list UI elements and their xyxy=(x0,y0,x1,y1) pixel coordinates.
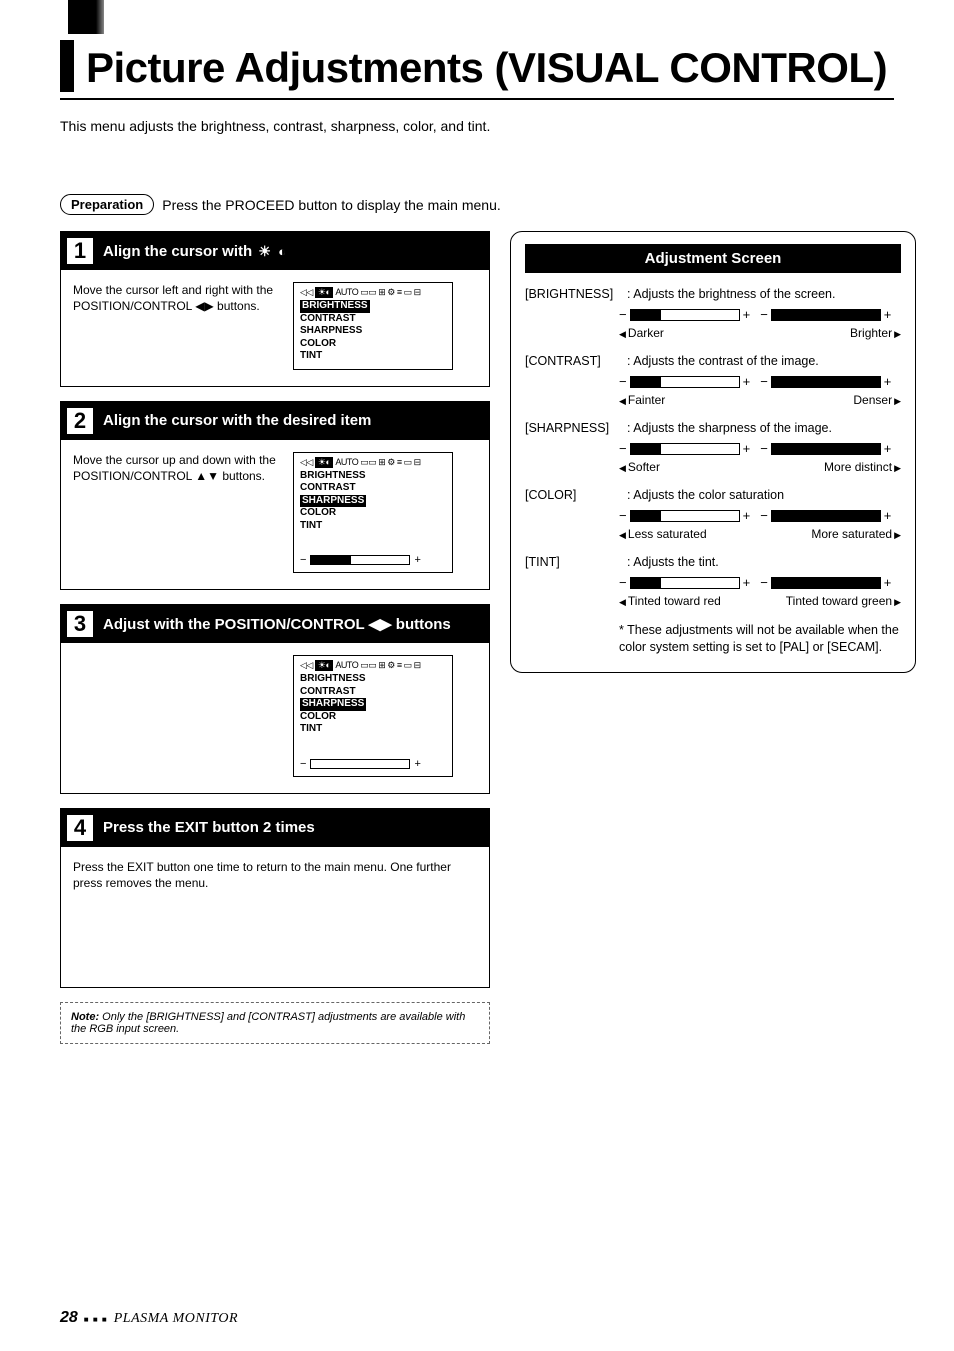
menu-item-tint: TINT xyxy=(300,723,446,736)
step-number: 4 xyxy=(67,815,93,841)
step-3: 3 Adjust with the POSITION/CONTROL ◀▶ bu… xyxy=(60,604,490,794)
adj-color: [COLOR] : Adjusts the color saturation −… xyxy=(525,488,901,541)
menu-item-brightness: BRIGHTNESS xyxy=(300,470,446,483)
step-title: Align the cursor with the desired item xyxy=(103,412,371,429)
step-title: Align the cursor with ☀ ◐ xyxy=(103,243,286,260)
osd-menu: ◁◁☀◐AUTO▭▭⊞⚙≡▭⊟ BRIGHTNESS CONTRAST SHAR… xyxy=(293,655,453,777)
intro-text: This menu adjusts the brightness, contra… xyxy=(60,118,894,134)
footer-divider: ■ ■ ■ xyxy=(84,1315,108,1324)
adjustment-footnote: * These adjustments will not be availabl… xyxy=(619,622,901,656)
menu-item-tint: TINT xyxy=(300,520,446,533)
page-title: Picture Adjustments (VISUAL CONTROL) xyxy=(86,44,887,92)
preparation-text: Press the PROCEED button to display the … xyxy=(162,197,501,213)
adjustment-screen-panel: Adjustment Screen [BRIGHTNESS] : Adjusts… xyxy=(510,231,916,673)
note-label: Note: xyxy=(71,1011,99,1023)
adjustment-screen-title: Adjustment Screen xyxy=(525,244,901,273)
step-description xyxy=(73,655,283,777)
preparation-label: Preparation xyxy=(60,194,154,215)
adj-brightness: [BRIGHTNESS] : Adjusts the brightness of… xyxy=(525,287,901,340)
menu-item-color: COLOR xyxy=(300,711,446,724)
brightness-icon: ☀ xyxy=(258,243,271,259)
step-title: Adjust with the POSITION/CONTROL ◀▶ butt… xyxy=(103,615,451,633)
osd-icon-row: ◁◁☀◐AUTO▭▭⊞⚙≡▭⊟ xyxy=(300,660,446,671)
menu-item-contrast: CONTRAST xyxy=(300,313,446,326)
osd-icon-row: ◁◁☀◐AUTO▭▭⊞⚙≡▭⊟ xyxy=(300,287,446,298)
menu-item-sharpness: SHARPNESS xyxy=(300,325,446,338)
step-description: Press the EXIT button one time to return… xyxy=(73,859,479,891)
step-1: 1 Align the cursor with ☀ ◐ Move the cur… xyxy=(60,231,490,387)
menu-item-brightness: BRIGHTNESS xyxy=(300,673,446,686)
osd-slider: −+ xyxy=(300,554,446,566)
step-2: 2 Align the cursor with the desired item… xyxy=(60,401,490,591)
menu-item-sharpness: SHARPNESS xyxy=(300,495,366,508)
menu-item-sharpness: SHARPNESS xyxy=(300,698,366,711)
menu-item-tint: TINT xyxy=(300,350,446,363)
osd-menu: ◁◁☀◐AUTO▭▭⊞⚙≡▭⊟ BRIGHTNESS CONTRAST SHAR… xyxy=(293,452,453,574)
footer-label: PLASMA MONITOR xyxy=(114,1311,238,1327)
step-description: Move the cursor left and right with the … xyxy=(73,282,283,370)
menu-item-contrast: CONTRAST xyxy=(300,686,446,699)
contrast-icon: ◐ xyxy=(278,244,286,259)
adj-tint: [TINT] : Adjusts the tint. −+ −+ Tinted … xyxy=(525,555,901,608)
title-section: Picture Adjustments (VISUAL CONTROL) xyxy=(60,40,894,100)
page-footer: 28 ■ ■ ■ PLASMA MONITOR xyxy=(60,1309,238,1327)
note-box: Note: Only the [BRIGHTNESS] and [CONTRAS… xyxy=(60,1002,490,1044)
step-number: 2 xyxy=(67,408,93,434)
preparation-row: Preparation Press the PROCEED button to … xyxy=(60,194,894,215)
menu-item-brightness: BRIGHTNESS xyxy=(300,300,370,313)
menu-item-color: COLOR xyxy=(300,507,446,520)
step-number: 1 xyxy=(67,238,93,264)
step-description: Move the cursor up and down with the POS… xyxy=(73,452,283,574)
osd-menu: ◁◁☀◐AUTO▭▭⊞⚙≡▭⊟ BRIGHTNESS CONTRAST SHAR… xyxy=(293,282,453,370)
adj-contrast: [CONTRAST] : Adjusts the contrast of the… xyxy=(525,354,901,407)
page-number: 28 xyxy=(60,1309,78,1327)
step-number: 3 xyxy=(67,611,93,637)
menu-item-contrast: CONTRAST xyxy=(300,482,446,495)
adj-sharpness: [SHARPNESS] : Adjusts the sharpness of t… xyxy=(525,421,901,474)
step-4: 4 Press the EXIT button 2 times Press th… xyxy=(60,808,490,988)
title-accent-bar xyxy=(60,40,74,92)
osd-icon-row: ◁◁☀◐AUTO▭▭⊞⚙≡▭⊟ xyxy=(300,457,446,468)
step-title: Press the EXIT button 2 times xyxy=(103,819,315,836)
note-text: Only the [BRIGHTNESS] and [CONTRAST] adj… xyxy=(71,1011,465,1035)
osd-slider: −+ xyxy=(300,758,446,770)
menu-item-color: COLOR xyxy=(300,338,446,351)
